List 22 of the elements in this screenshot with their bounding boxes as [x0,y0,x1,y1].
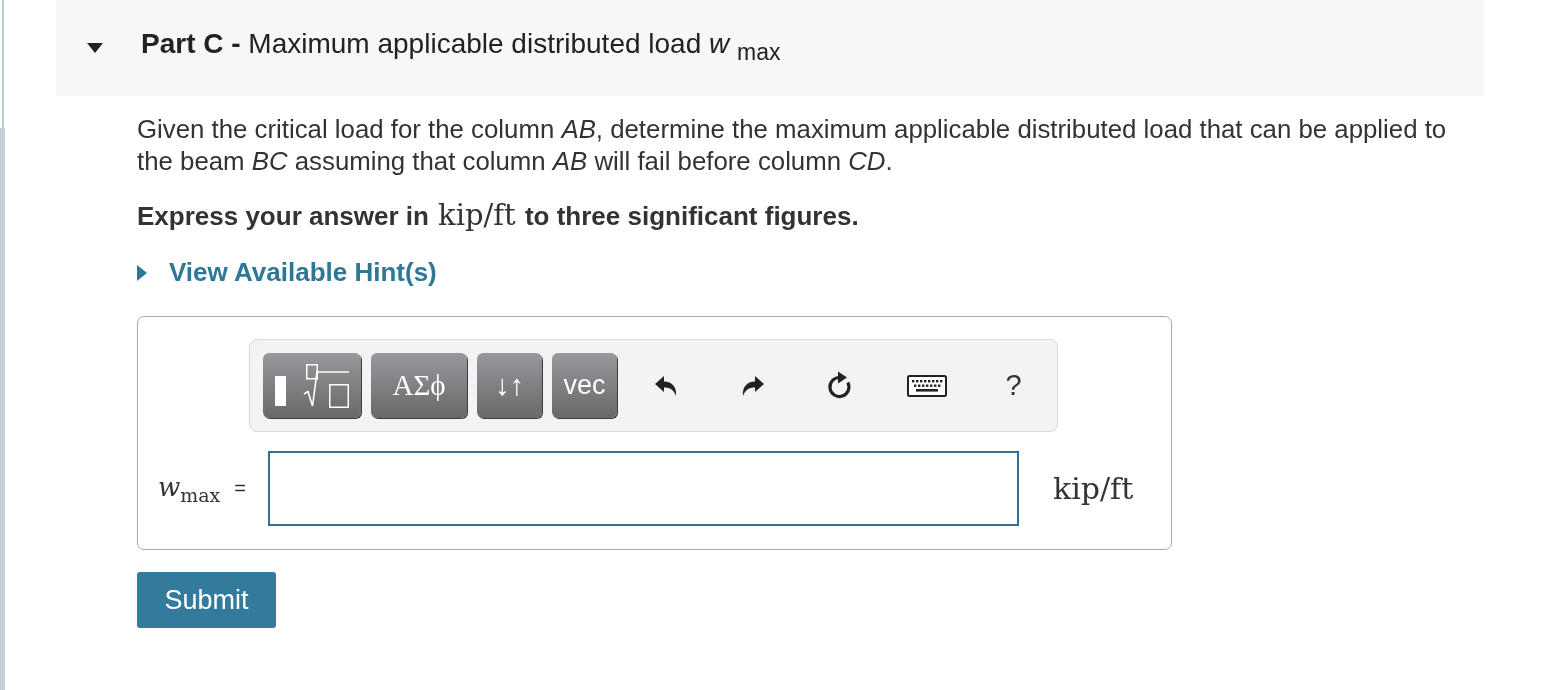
part-header[interactable]: Part C - Maximum applicable distributed load w $_{max}$ [56,0,1484,96]
answer-field[interactable] [268,451,1019,526]
instruction-text: Express your answer in kip/ft to three significant figures. [137,198,859,233]
hint-caret-icon[interactable] [137,264,147,281]
variable-label: w$_{max}$ [158,471,221,506]
part-title: Part C - Maximum applicable distributed load w $_{max}$ [141,28,781,67]
keyboard-icon[interactable] [906,374,947,397]
refresh-icon[interactable] [825,370,854,401]
hint-link[interactable]: View Available Hint(s) [169,257,437,288]
arrows-button[interactable]: ↓↑ [477,353,542,418]
square-root-template-icon [275,363,349,408]
symbols-button[interactable]: ΑΣϕ [371,353,467,418]
redo-icon[interactable] [740,374,765,397]
question-text: Given the critical load for the column AB, determine the maximum applicable distributed load that can be applied to the beam BC assuming that column AB will fail before column CD. [137,114,1448,177]
templates-button[interactable] [263,353,361,418]
submit-button[interactable]: Submit [137,572,276,628]
equals-sign: = [234,477,246,500]
units-label: kip/ft [1053,471,1134,506]
help-button[interactable]: ? [1005,369,1022,402]
vector-button[interactable]: vec [552,353,617,418]
caret-icon[interactable] [87,43,103,53]
undo-icon[interactable] [653,374,678,397]
